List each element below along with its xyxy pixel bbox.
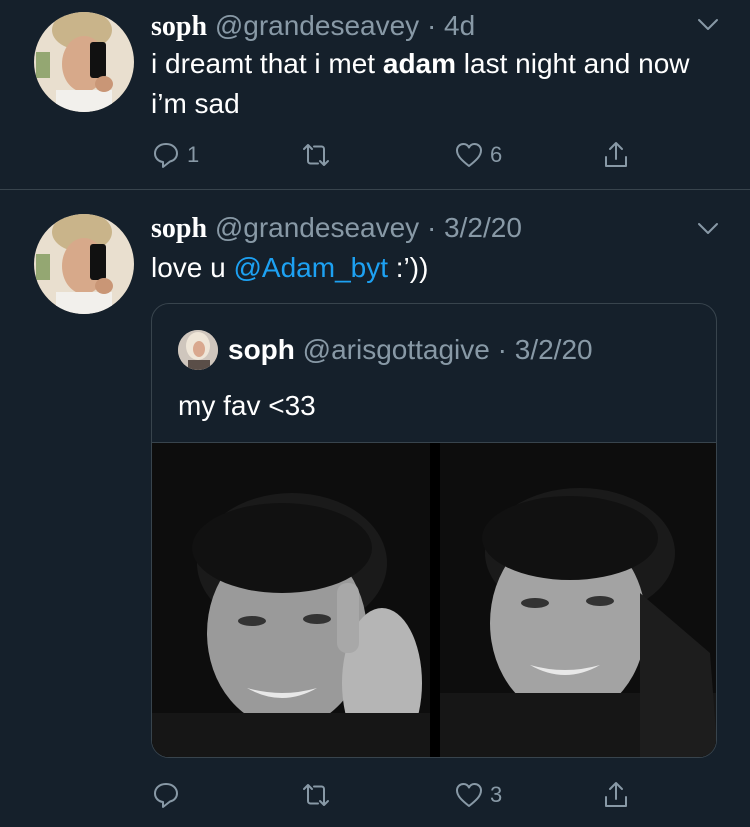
- heart-icon: [456, 783, 482, 807]
- timestamp[interactable]: 3/2/20: [444, 212, 522, 243]
- separator: ·: [426, 10, 437, 41]
- action-bar: 3: [151, 777, 651, 813]
- reply-icon: [154, 143, 178, 168]
- retweet-button[interactable]: [301, 777, 337, 813]
- tweet-text-bold: adam: [382, 48, 457, 79]
- timestamp[interactable]: 4d: [444, 10, 475, 41]
- chevron-down-icon[interactable]: [694, 214, 722, 242]
- quoted-handle[interactable]: @arisgottagive: [303, 334, 490, 365]
- avatar-photo: [34, 12, 134, 112]
- quoted-avatar[interactable]: [178, 330, 218, 370]
- media-photo-2[interactable]: [440, 443, 716, 757]
- tweet-header: soph @grandeseavey · 3/2/20: [151, 212, 522, 245]
- share-icon: [605, 782, 627, 807]
- reply-button[interactable]: 1: [151, 137, 199, 173]
- avatar[interactable]: [34, 214, 134, 314]
- reply-count: 1: [187, 142, 200, 167]
- separator: ·: [497, 334, 507, 365]
- quoted-header: soph @arisgottagive · 3/2/20: [228, 334, 593, 366]
- quoted-timestamp[interactable]: 3/2/20: [515, 334, 593, 365]
- tweet-text-part: i dreamt that i met: [151, 48, 383, 79]
- tweet-text: i dreamt that i met adam last night and …: [151, 44, 711, 124]
- tweet-text-part: :’)): [388, 252, 429, 283]
- tweet-text: love u @Adam_byt :’)): [151, 248, 711, 288]
- share-icon: [605, 142, 627, 167]
- photo-image: [152, 443, 430, 757]
- chevron-down-icon[interactable]: [694, 10, 722, 38]
- heart-icon: [456, 143, 482, 167]
- reply-button[interactable]: [151, 777, 187, 813]
- retweet-icon: [303, 784, 329, 806]
- mention-link[interactable]: @Adam_byt: [234, 252, 389, 283]
- avatar[interactable]: [34, 12, 134, 112]
- share-button[interactable]: [601, 777, 631, 813]
- tweet-header: soph @grandeseavey · 4d: [151, 10, 475, 43]
- handle[interactable]: @grandeseavey: [215, 10, 419, 41]
- display-name[interactable]: soph: [151, 213, 207, 244]
- handle[interactable]: @grandeseavey: [215, 212, 419, 243]
- tweet-text-part: love u: [151, 252, 234, 283]
- like-button[interactable]: 6: [454, 137, 502, 173]
- quoted-display-name[interactable]: soph: [228, 334, 295, 365]
- like-button[interactable]: 3: [454, 777, 502, 813]
- retweet-button[interactable]: [301, 137, 337, 173]
- like-count: 3: [490, 782, 503, 807]
- separator: ·: [426, 212, 437, 243]
- media-photo-1[interactable]: [152, 443, 430, 757]
- reply-icon: [154, 783, 178, 808]
- share-button[interactable]: [601, 137, 631, 173]
- retweet-icon: [303, 144, 329, 166]
- avatar-photo: [34, 214, 134, 314]
- like-count: 6: [490, 142, 503, 167]
- photo-image: [440, 443, 716, 757]
- quoted-text: my fav <33: [178, 390, 316, 421]
- media-grid: [152, 442, 716, 757]
- tweet-1[interactable]: soph @grandeseavey · 4d i dreamt that i …: [0, 0, 750, 189]
- quoted-tweet[interactable]: soph @arisgottagive · 3/2/20 my fav <33: [151, 303, 717, 758]
- quoted-avatar-photo: [178, 330, 218, 370]
- action-bar: 1 6: [151, 137, 651, 173]
- display-name[interactable]: soph: [151, 11, 207, 42]
